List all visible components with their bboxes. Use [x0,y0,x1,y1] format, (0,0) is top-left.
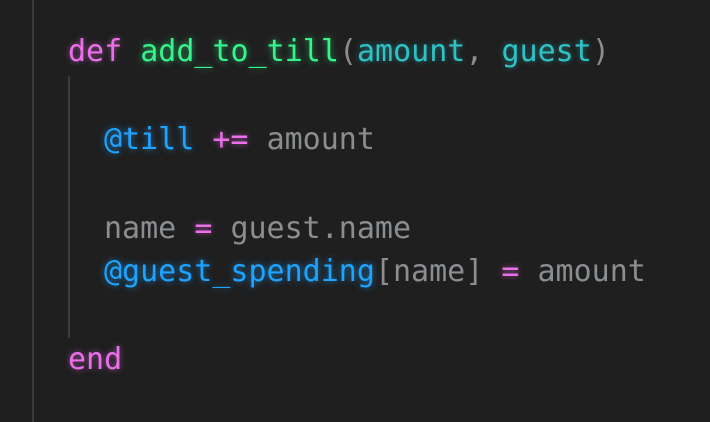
close-paren: ) [591,34,610,69]
ivar-till: @till [104,122,195,157]
name-value: guest.name [230,211,412,246]
function-name: add_to_till [140,34,339,69]
indent-guide-method-body [68,76,70,338]
code-line-end: end [68,340,122,380]
open-paren: ( [338,34,357,69]
code-line-guest-spending: @guest_spending[name] = amount [104,252,646,292]
assign-operator: = [501,254,520,289]
code-line-till: @till += amount [104,120,375,160]
def-keyword: def [68,34,123,69]
param-separator: , [465,34,502,69]
indent-guide-outer [32,0,34,422]
spending-value: amount [537,254,646,289]
assign-operator: = [194,211,213,246]
ivar-guest-spending: @guest_spending [104,254,375,289]
code-line-name: name = guest.name [104,209,411,249]
param-guest: guest [501,34,592,69]
param-amount: amount [357,34,466,69]
spending-index: [name] [374,254,484,289]
end-keyword: end [68,342,123,377]
var-name: name [104,211,177,246]
code-line-def: def add_to_till(amount, guest) [68,32,610,72]
till-value: amount [266,122,375,157]
plus-assign-operator: += [212,122,249,157]
code-editor[interactable]: def add_to_till(amount, guest) @till += … [0,0,710,422]
